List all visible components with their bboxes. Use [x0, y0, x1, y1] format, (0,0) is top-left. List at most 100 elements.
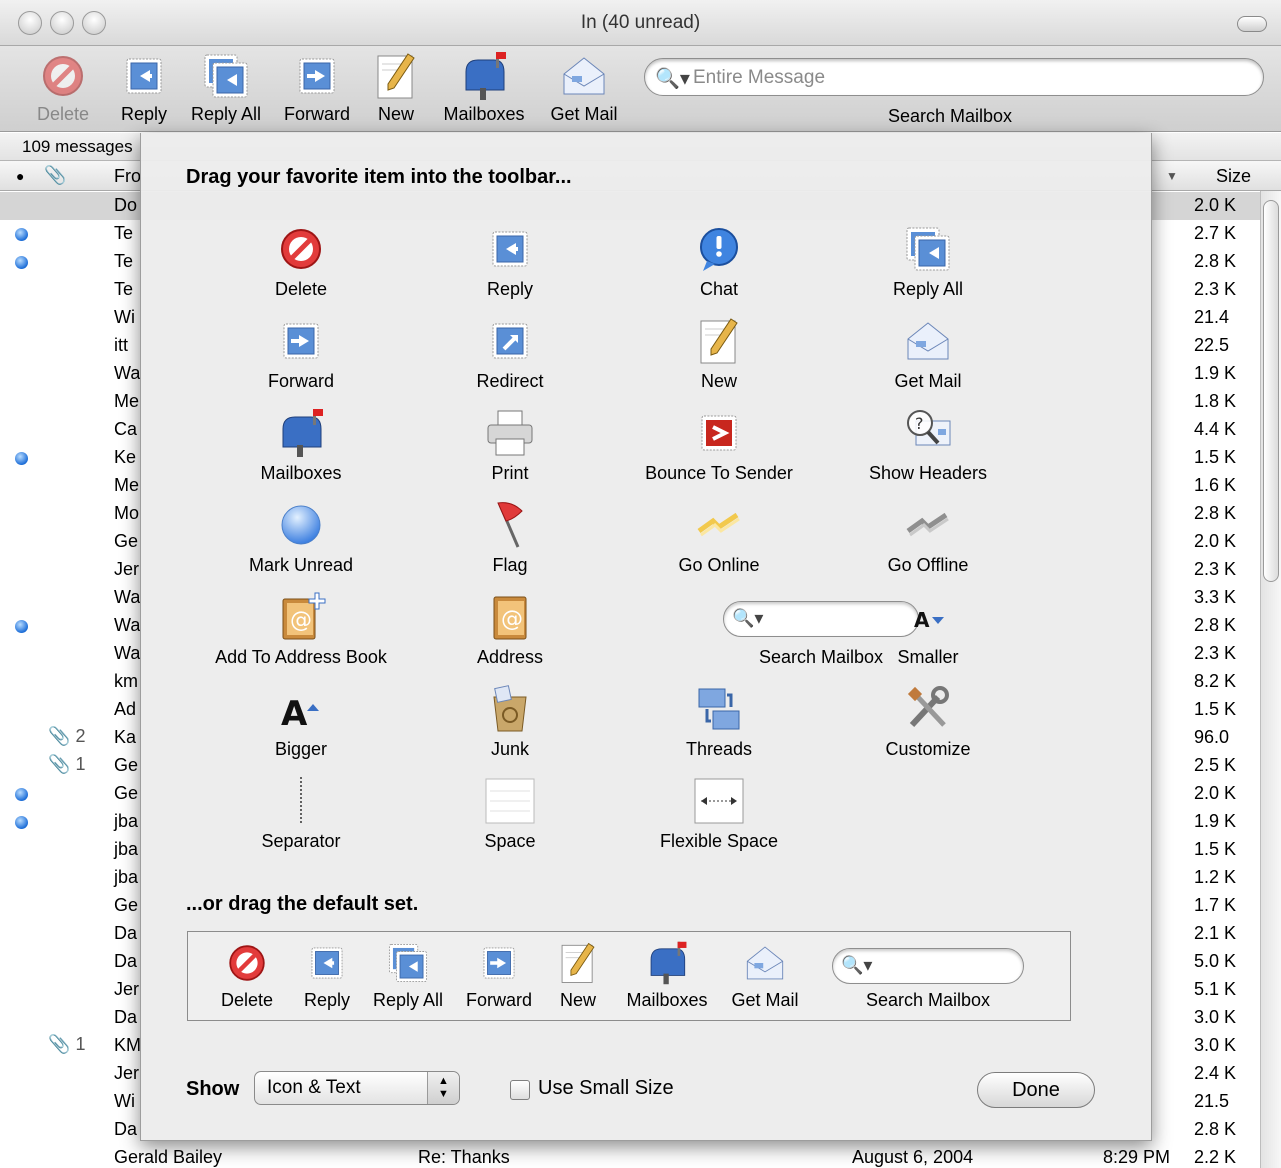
palette-item-label: Bounce To Sender — [645, 463, 793, 483]
message-size: 1.5 K — [1194, 447, 1237, 467]
palette-item-go-offline[interactable]: Go Offline — [823, 499, 1033, 576]
palette-item-label: Show Headers — [868, 463, 988, 483]
palette-item-threads[interactable]: Threads — [614, 683, 824, 760]
use-small-size-checkbox[interactable] — [510, 1080, 530, 1100]
palette-item-address[interactable]: @ Address — [405, 591, 615, 668]
message-from: Ad — [114, 699, 137, 719]
svg-text:A: A — [281, 694, 308, 734]
message-size: 5.0 K — [1194, 951, 1237, 971]
default-set-box[interactable]: Delete Reply Reply All Forward New Mailboxes G… — [187, 931, 1071, 1021]
svg-text:@: @ — [501, 607, 523, 632]
message-size: 2.3 K — [1194, 643, 1237, 663]
toolbar-reply-button[interactable]: Reply — [98, 50, 190, 125]
toolbar-delete-button[interactable]: Delete — [17, 50, 109, 125]
message-from: Te — [114, 251, 134, 271]
palette-item-label: Go Offline — [887, 555, 969, 575]
delete-icon — [37, 50, 89, 102]
message-size: 2.8 K — [1194, 1119, 1237, 1139]
svg-text:@: @ — [290, 608, 312, 633]
palette-item-go-online[interactable]: Go Online — [614, 499, 824, 576]
palette-item-show-headers[interactable]: ? Show Headers — [823, 407, 1033, 484]
toolbar-item-label: Delete — [36, 104, 90, 124]
palette-item-get-mail[interactable]: Get Mail — [823, 315, 1033, 392]
palette-item-label: Print — [491, 463, 529, 483]
message-from: Jer — [114, 1063, 140, 1083]
palette-item-mailboxes[interactable]: Mailboxes — [196, 407, 406, 484]
palette-item-flexible-space[interactable]: Flexible Space — [614, 775, 824, 852]
palette-item-new[interactable]: New — [614, 315, 824, 392]
unread-dot-icon — [15, 452, 28, 465]
palette-item-label: Smaller — [897, 647, 959, 667]
go-offline-icon — [902, 499, 954, 551]
palette-item-delete[interactable]: Delete — [196, 223, 406, 300]
attachment-column-icon[interactable]: 📎 — [44, 165, 66, 186]
default-set-item-delete: Delete — [202, 940, 292, 1011]
palette-item-flag[interactable]: Flag — [405, 499, 615, 576]
palette-item-forward[interactable]: Forward — [196, 315, 406, 392]
forward-icon — [476, 940, 522, 986]
mailboxes-icon — [458, 50, 510, 102]
attachment-indicator: 📎 1 — [48, 1034, 86, 1054]
toolbar-item-label: Reply — [120, 104, 168, 124]
palette-item-customize[interactable]: Customize — [823, 683, 1033, 760]
new-message-icon — [555, 940, 601, 986]
toolbar-toggle-button[interactable] — [1237, 16, 1267, 32]
toolbar-reply-all-button[interactable]: Reply All — [178, 50, 274, 125]
message-row[interactable]: Gerald Bailey Re: Thanks August 6, 2004 8:2… — [0, 1144, 1260, 1168]
search-field[interactable]: 🔍▾ Entire Message — [644, 58, 1264, 96]
palette-item-print[interactable]: Print — [405, 407, 615, 484]
sort-arrow-icon[interactable]: ▼ — [1166, 169, 1178, 183]
done-button[interactable]: Done — [977, 1072, 1095, 1108]
palette-item-bigger[interactable]: A Bigger — [196, 683, 406, 760]
message-from: Wi — [114, 307, 135, 327]
palette-item-redirect[interactable]: Redirect — [405, 315, 615, 392]
toolbar-mailboxes-button[interactable]: Mailboxes — [438, 50, 530, 125]
palette-item-bounce-to-sender[interactable]: Bounce To Sender — [614, 407, 824, 484]
palette-item-smaller[interactable]: A Smaller — [823, 591, 1033, 668]
show-popup-menu[interactable]: Icon & Text ▲ ▼ — [254, 1071, 460, 1105]
message-from: Wa — [114, 615, 141, 635]
paperclip-icon: 📎 — [48, 726, 71, 746]
message-from: Wa — [114, 587, 141, 607]
palette-item-reply[interactable]: Reply — [405, 223, 615, 300]
message-size: 2.7 K — [1194, 223, 1237, 243]
unread-dot-icon — [15, 816, 28, 829]
from-column-header[interactable]: Fro — [114, 166, 141, 187]
message-subject: Re: Thanks — [418, 1147, 510, 1167]
separator-icon — [275, 775, 327, 827]
palette-item-add-to-address-book[interactable]: @ Add To Address Book — [196, 591, 406, 668]
palette-item-chat[interactable]: Chat — [614, 223, 824, 300]
palette-item-junk[interactable]: Junk — [405, 683, 615, 760]
message-from: KM — [114, 1035, 141, 1055]
palette-item-mark-unread[interactable]: Mark Unread — [196, 499, 406, 576]
message-size: 2.8 K — [1194, 615, 1237, 635]
toolbar-item-label: Get Mail — [550, 104, 618, 124]
palette-item-reply-all[interactable]: Reply All — [823, 223, 1033, 300]
message-size: 1.2 K — [1194, 867, 1237, 887]
message-size: 3.3 K — [1194, 587, 1237, 607]
address-book-icon: @ — [484, 591, 536, 643]
default-set-label: Get Mail — [731, 990, 799, 1010]
palette-item-space[interactable]: Space — [405, 775, 615, 852]
message-size: 21.5 — [1194, 1091, 1230, 1111]
bigger-text-icon: A — [275, 683, 327, 735]
palette-item-separator[interactable]: Separator — [196, 775, 406, 852]
message-size: 21.4 — [1194, 307, 1230, 327]
message-from: Ge — [114, 783, 139, 803]
search-icon: 🔍▾ — [655, 68, 690, 90]
message-from: Jer — [114, 559, 140, 579]
toolbar-get-mail-button[interactable]: Get Mail — [538, 50, 630, 125]
default-set-item-mailboxes: Mailboxes — [622, 940, 712, 1011]
size-column-header[interactable]: Size — [1216, 166, 1251, 187]
palette-item-label: Address — [476, 647, 544, 667]
toolbar-new-button[interactable]: New — [350, 50, 442, 125]
palette-item-label: Redirect — [476, 371, 544, 391]
reply-all-icon — [902, 223, 954, 275]
palette-item-label: Threads — [685, 739, 753, 759]
unread-column-header[interactable]: ● — [16, 168, 24, 184]
search-placeholder: Entire Message — [693, 67, 826, 88]
scrollbar-thumb[interactable] — [1263, 200, 1279, 582]
sheet-title: Drag your favorite item into the toolbar… — [186, 166, 572, 188]
junk-icon — [484, 683, 536, 735]
reply-all-icon — [385, 940, 431, 986]
